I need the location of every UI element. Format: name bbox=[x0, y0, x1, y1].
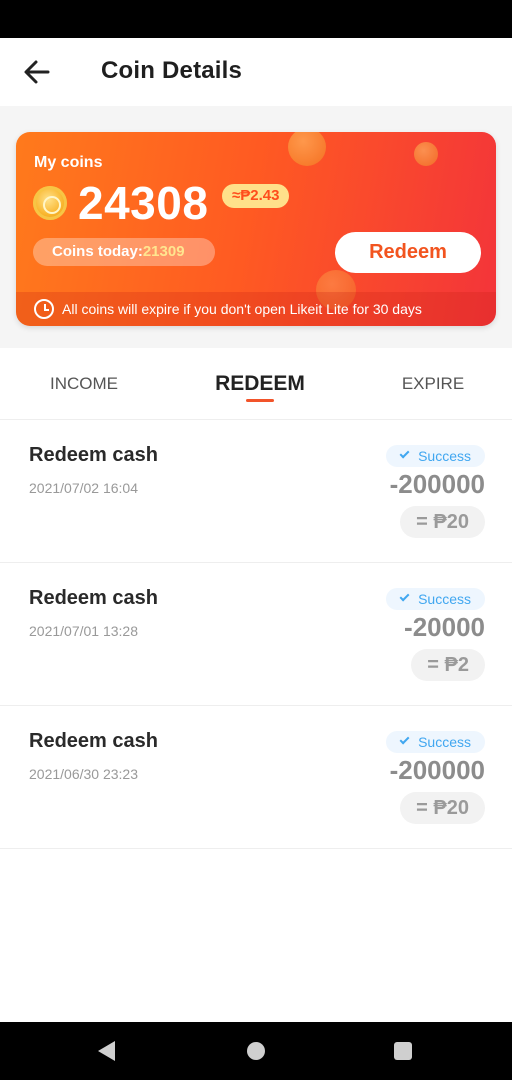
expire-notice-text: All coins will expire if you don't open … bbox=[62, 301, 422, 317]
page-title: Coin Details bbox=[101, 57, 243, 84]
coin-summary-card: My coins 24308 ≈₱2.43 Coins today:21309 … bbox=[16, 132, 496, 326]
status-badge: Success bbox=[386, 445, 485, 467]
status-badge: Success bbox=[386, 731, 485, 753]
record-amount: -200000 bbox=[389, 469, 485, 499]
active-tab-indicator bbox=[246, 399, 274, 402]
clock-icon bbox=[34, 299, 54, 319]
tab-redeem[interactable]: REDEEM bbox=[205, 348, 315, 420]
check-icon bbox=[399, 591, 410, 602]
list-item[interactable]: Redeem cash 2021/07/01 13:28 Success -20… bbox=[0, 563, 512, 706]
expire-notice: All coins will expire if you don't open … bbox=[16, 292, 496, 326]
nav-recents-icon[interactable] bbox=[394, 1042, 412, 1060]
record-cash-value: = ₱2 bbox=[411, 649, 485, 681]
coins-today-value: 21309 bbox=[142, 243, 185, 260]
cash-equivalent-badge: ≈₱2.43 bbox=[222, 184, 290, 208]
coin-icon bbox=[33, 186, 67, 220]
record-title: Redeem cash bbox=[29, 444, 158, 466]
status-text: Success bbox=[418, 448, 471, 464]
coins-today-label: Coins today: bbox=[52, 243, 143, 260]
coins-today: Coins today:21309 bbox=[33, 238, 215, 266]
coin-card-area: My coins 24308 ≈₱2.43 Coins today:21309 … bbox=[0, 106, 512, 348]
coin-balance: 24308 bbox=[78, 177, 209, 229]
tab-bar: INCOME REDEEM EXPIRE bbox=[0, 348, 512, 420]
status-bar bbox=[0, 0, 512, 38]
list-item[interactable]: Redeem cash 2021/06/30 23:23 Success -20… bbox=[0, 706, 512, 849]
my-coins-label: My coins bbox=[34, 154, 103, 171]
check-icon bbox=[399, 448, 410, 459]
check-icon bbox=[399, 734, 410, 745]
nav-home-icon[interactable] bbox=[247, 1042, 265, 1060]
record-title: Redeem cash bbox=[29, 587, 158, 609]
redeem-button[interactable]: Redeem bbox=[335, 232, 481, 273]
record-date: 2021/07/02 16:04 bbox=[29, 480, 138, 496]
decor-coin-icon bbox=[288, 132, 326, 166]
decor-coin-icon bbox=[414, 142, 438, 166]
record-date: 2021/07/01 13:28 bbox=[29, 623, 138, 639]
status-text: Success bbox=[418, 734, 471, 750]
record-amount: -200000 bbox=[389, 755, 485, 785]
list-item[interactable]: Redeem cash 2021/07/02 16:04 Success -20… bbox=[0, 420, 512, 563]
record-date: 2021/06/30 23:23 bbox=[29, 766, 138, 782]
status-badge: Success bbox=[386, 588, 485, 610]
record-cash-value: = ₱20 bbox=[400, 506, 485, 538]
record-cash-value: = ₱20 bbox=[400, 792, 485, 824]
status-text: Success bbox=[418, 591, 471, 607]
back-arrow-icon[interactable] bbox=[22, 58, 52, 86]
tab-expire[interactable]: EXPIRE bbox=[385, 348, 481, 420]
app-header: Coin Details bbox=[0, 38, 512, 106]
system-nav-bar bbox=[0, 1022, 512, 1080]
record-amount: -20000 bbox=[404, 612, 485, 642]
record-title: Redeem cash bbox=[29, 730, 158, 752]
nav-back-icon[interactable] bbox=[98, 1041, 115, 1061]
tab-income[interactable]: INCOME bbox=[34, 348, 134, 420]
